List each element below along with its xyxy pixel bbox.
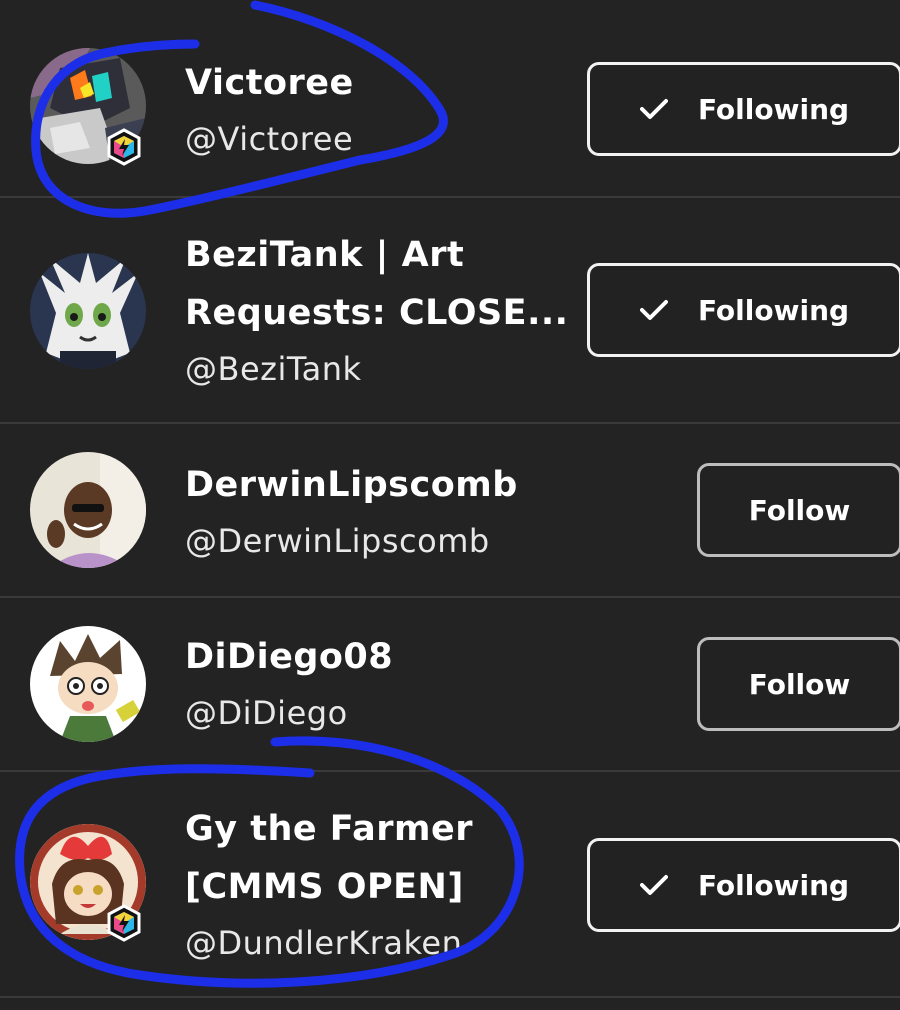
- avatar[interactable]: [30, 253, 146, 369]
- following-button[interactable]: Following: [587, 263, 900, 357]
- checkmark-icon: [639, 98, 668, 120]
- following-button-label: Following: [697, 868, 850, 902]
- user-handle: @Victoree: [185, 120, 354, 158]
- avatar[interactable]: [30, 626, 146, 742]
- follow-button[interactable]: Follow: [697, 637, 900, 731]
- checkmark-icon: [639, 874, 668, 896]
- follow-button-label: Follow: [748, 667, 851, 701]
- checkmark-icon: [639, 299, 668, 321]
- user-handle: @DundlerKraken: [185, 924, 463, 962]
- user-display-name: Gy the Farmer [CMMS OPEN]: [185, 809, 474, 907]
- premium-badge-icon: [107, 128, 141, 166]
- user-handle: @BeziTank: [185, 350, 362, 388]
- follow-button-label: Follow: [748, 493, 851, 527]
- list-item: DerwinLipscomb @DerwinLipscomb Follow: [0, 424, 900, 598]
- list-item: Victoree @Victoree Following: [0, 0, 900, 198]
- user-handle: @DiDiego: [185, 694, 348, 732]
- list-item: Gy the Farmer [CMMS OPEN] @DundlerKraken…: [0, 772, 900, 998]
- user-display-name: DiDiego08: [185, 637, 394, 677]
- following-button[interactable]: Following: [587, 62, 900, 156]
- premium-badge-icon: [107, 904, 141, 942]
- following-button-label: Following: [697, 293, 850, 327]
- user-handle: @DerwinLipscomb: [185, 522, 490, 560]
- following-button-label: Following: [697, 92, 850, 126]
- follow-button[interactable]: Follow: [697, 463, 900, 557]
- user-display-name: Victoree: [185, 63, 354, 103]
- user-display-name: BeziTank | Art Requests: CLOSE...: [185, 235, 569, 333]
- following-button[interactable]: Following: [587, 838, 900, 932]
- list-item: DiDiego08 @DiDiego Follow: [0, 598, 900, 772]
- user-display-name: DerwinLipscomb: [185, 465, 518, 505]
- list-item: BeziTank | Art Requests: CLOSE... @BeziT…: [0, 198, 900, 424]
- avatar[interactable]: [30, 452, 146, 568]
